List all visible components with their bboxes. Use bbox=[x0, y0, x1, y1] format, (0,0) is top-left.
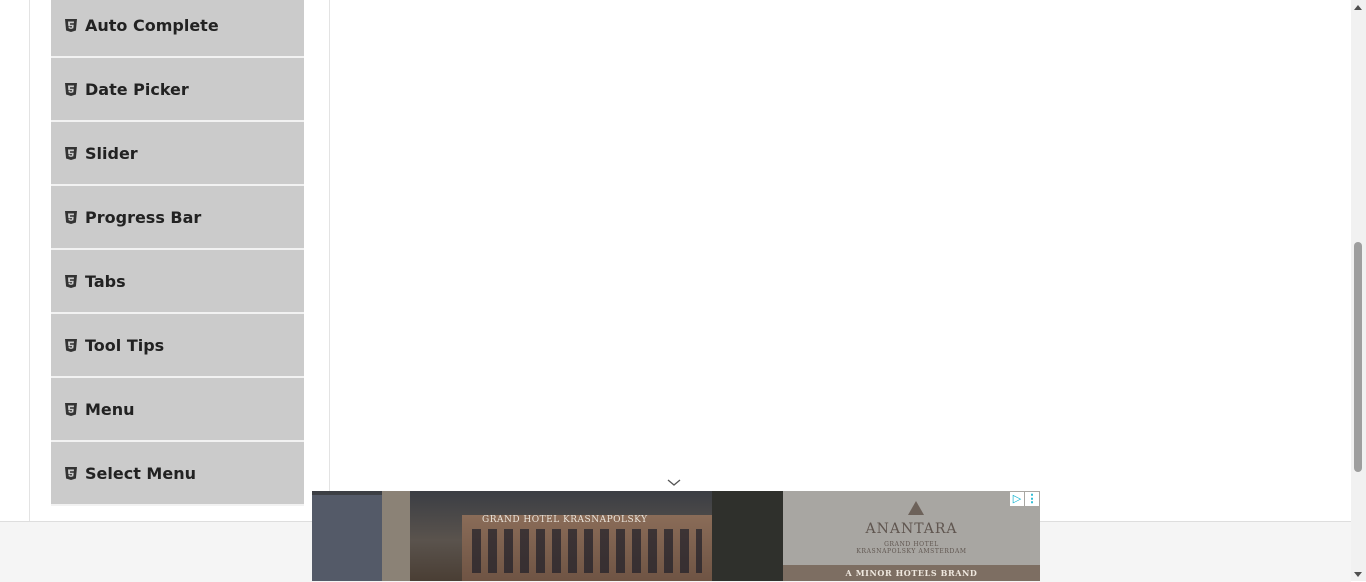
ad-hotel-photo: GRAND HOTEL KRASNAPOLSKY bbox=[312, 491, 783, 581]
sidebar-item-label: Tabs bbox=[85, 271, 126, 291]
vertical-dots-icon[interactable]: ⋮ bbox=[1025, 492, 1039, 506]
ad-brand-panel: ANANTARA GRAND HOTEL KRASNAPOLSKY AMSTER… bbox=[783, 491, 1040, 581]
sidebar-item-tool-tips[interactable]: Tool Tips bbox=[51, 314, 304, 378]
sidebar-item-slider[interactable]: Slider bbox=[51, 122, 304, 186]
scroll-up-arrow-icon[interactable] bbox=[1354, 5, 1362, 10]
sidebar-item-menu[interactable]: Menu bbox=[51, 378, 304, 442]
content-left-border bbox=[29, 0, 30, 521]
ad-brand-tagline: A MINOR HOTELS BRAND bbox=[783, 565, 1040, 581]
html5-icon bbox=[65, 146, 77, 160]
ad-photo-monument bbox=[382, 491, 410, 581]
widgets-sidebar-menu: Auto Complete Date Picker Slider Progres… bbox=[51, 0, 304, 506]
ad-brand-name: ANANTARA bbox=[865, 521, 958, 537]
sidebar-item-label: Date Picker bbox=[85, 79, 189, 99]
advertisement-banner[interactable]: GRAND HOTEL KRASNAPOLSKY ANANTARA GRAND … bbox=[312, 491, 1040, 581]
ad-hotel-sign: GRAND HOTEL KRASNAPOLSKY bbox=[482, 515, 648, 525]
ad-brand-subtitle: GRAND HOTEL bbox=[884, 541, 939, 548]
chevron-down-icon[interactable] bbox=[666, 477, 682, 489]
scrollbar-thumb[interactable] bbox=[1354, 242, 1362, 472]
sidebar-item-label: Menu bbox=[85, 399, 135, 419]
ad-photo-building-left bbox=[312, 495, 382, 581]
sidebar-divider bbox=[329, 0, 330, 521]
sidebar-item-label: Select Menu bbox=[85, 463, 196, 483]
sidebar-item-label: Auto Complete bbox=[85, 15, 219, 35]
sidebar-item-tabs[interactable]: Tabs bbox=[51, 250, 304, 314]
html5-icon bbox=[65, 210, 77, 224]
sidebar-item-progress-bar[interactable]: Progress Bar bbox=[51, 186, 304, 250]
sidebar-item-label: Tool Tips bbox=[85, 335, 165, 355]
sidebar-item-auto-complete[interactable]: Auto Complete bbox=[51, 0, 304, 58]
html5-icon bbox=[65, 338, 77, 352]
html5-icon bbox=[65, 402, 77, 416]
anantara-logo-icon bbox=[908, 501, 924, 515]
sidebar-item-date-picker[interactable]: Date Picker bbox=[51, 58, 304, 122]
ad-photo-trees bbox=[712, 491, 783, 581]
html5-icon bbox=[65, 274, 77, 288]
adchoices-icon[interactable]: ▷ bbox=[1010, 492, 1024, 506]
ad-brand-location: KRASNAPOLSKY AMSTERDAM bbox=[856, 548, 967, 555]
sidebar-item-select-menu[interactable]: Select Menu bbox=[51, 442, 304, 506]
html5-icon bbox=[65, 82, 77, 96]
page-scrollbar[interactable] bbox=[1351, 0, 1366, 581]
html5-icon bbox=[65, 18, 77, 32]
sidebar-item-label: Slider bbox=[85, 143, 138, 163]
scroll-down-arrow-icon[interactable] bbox=[1354, 572, 1362, 577]
html5-icon bbox=[65, 466, 77, 480]
sidebar-item-label: Progress Bar bbox=[85, 207, 202, 227]
